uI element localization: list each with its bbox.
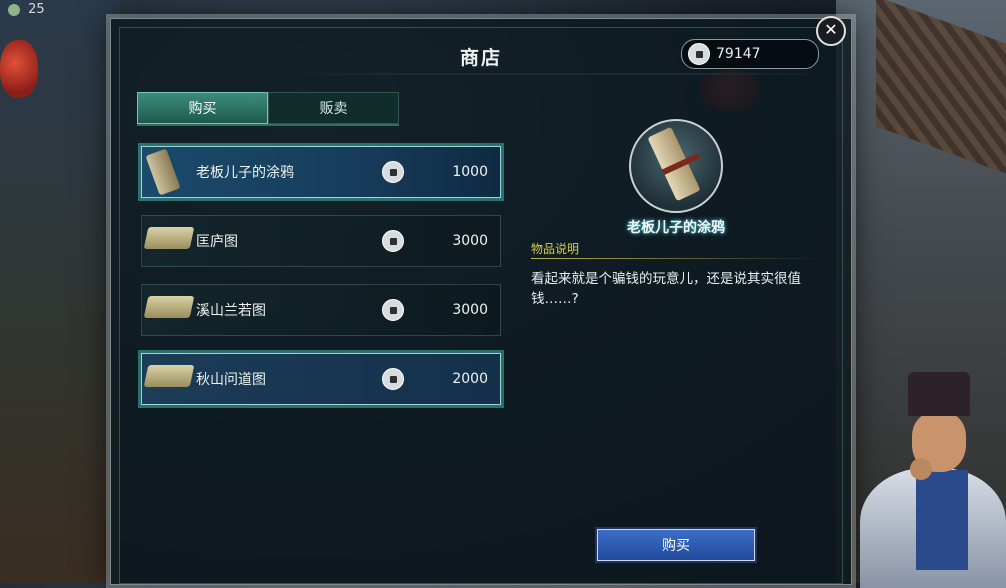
- shop-tabs: 购买 贩卖: [137, 92, 399, 126]
- scroll-icon: [145, 148, 181, 196]
- coin-icon: [382, 368, 404, 390]
- hud-stat: 25: [8, 2, 45, 17]
- item-name: 匡庐图: [196, 234, 238, 250]
- money-display: 79147: [681, 39, 819, 69]
- item-list: 老板儿子的涂鸦 1000 匡庐图 3000 溪山兰若图 3000 秋山问道图 2…: [141, 146, 501, 422]
- item-row[interactable]: 溪山兰若图 3000: [141, 284, 501, 336]
- item-name: 秋山问道图: [196, 372, 266, 388]
- coin-icon: [382, 230, 404, 252]
- hud-stat-value: 25: [28, 2, 45, 17]
- item-row[interactable]: 老板儿子的涂鸦 1000: [141, 146, 501, 198]
- item-name: 溪山兰若图: [196, 303, 266, 319]
- npc-hand: [910, 458, 932, 480]
- coin-icon: [688, 43, 710, 65]
- money-value: 79147: [716, 46, 761, 62]
- selected-item-name: 老板儿子的涂鸦: [627, 220, 725, 236]
- description-divider: [531, 258, 821, 259]
- item-price: 2000: [452, 371, 488, 387]
- red-lantern: [0, 40, 38, 98]
- painting-scroll-icon: [143, 365, 195, 387]
- item-price: 3000: [452, 302, 488, 318]
- description-label: 物品说明: [531, 242, 580, 256]
- coin-icon: [382, 161, 404, 183]
- buy-button[interactable]: 购买: [597, 529, 755, 561]
- item-price: 3000: [452, 233, 488, 249]
- shopkeeper-portrait: [840, 370, 1006, 588]
- npc-collar: [916, 470, 968, 570]
- close-icon: ✕: [824, 20, 838, 39]
- coin-icon: [382, 299, 404, 321]
- title-divider: [291, 73, 831, 75]
- close-button[interactable]: ✕: [816, 16, 846, 46]
- painting-scroll-icon: [143, 296, 195, 318]
- tab-buy[interactable]: 购买: [137, 92, 268, 124]
- npc-hat: [908, 372, 970, 416]
- item-name: 老板儿子的涂鸦: [196, 165, 294, 181]
- item-row[interactable]: 秋山问道图 2000: [141, 353, 501, 405]
- stat-icon: [8, 3, 20, 16]
- shop-panel: 商店 79147 购买 贩卖 老板儿子的涂鸦 1000 匡庐图 3000 溪山兰…: [110, 18, 852, 585]
- item-row[interactable]: 匡庐图 3000: [141, 215, 501, 267]
- painting-scroll-icon: [143, 227, 195, 249]
- item-portrait: [629, 119, 723, 213]
- item-description: 看起来就是个骗钱的玩意儿，还是说其实很值钱……?: [531, 271, 801, 307]
- item-price: 1000: [452, 164, 488, 180]
- tab-sell[interactable]: 贩卖: [268, 92, 399, 124]
